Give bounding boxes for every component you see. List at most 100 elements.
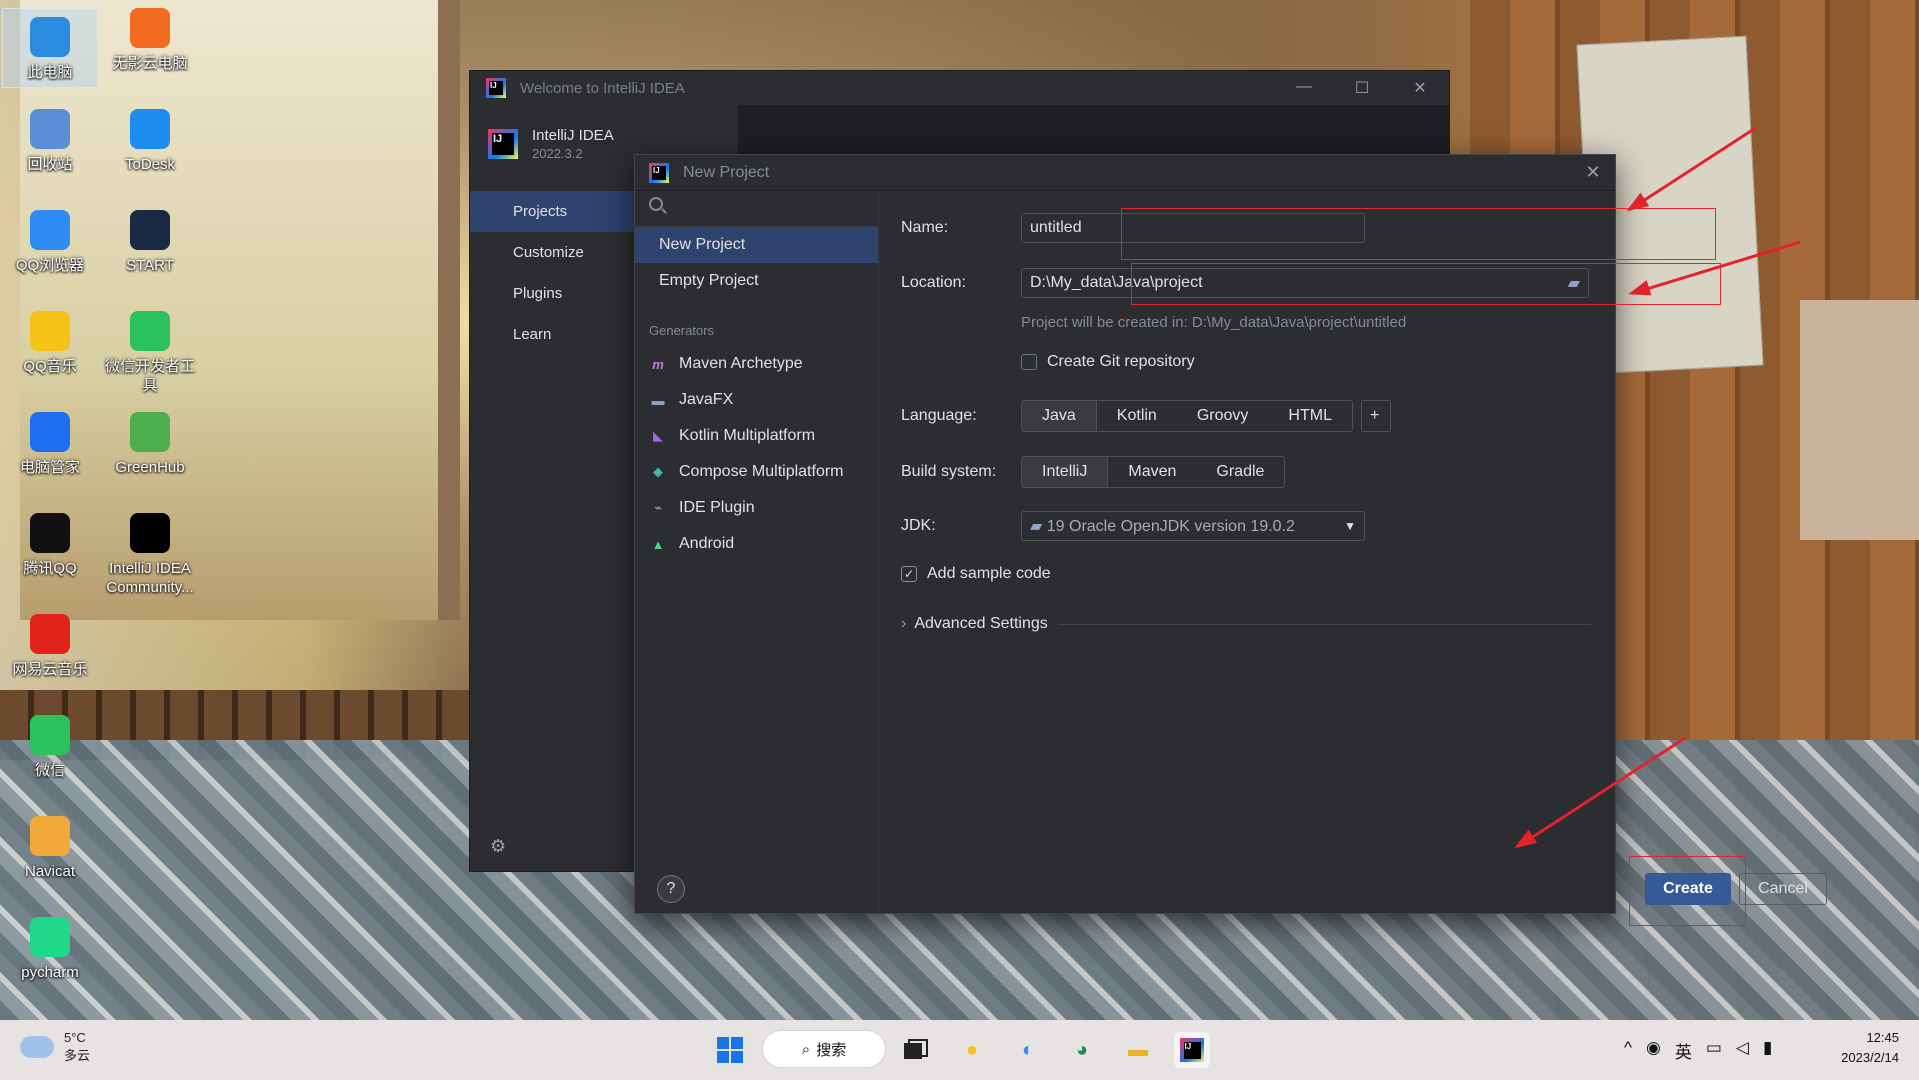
create-button[interactable]: Create [1645, 873, 1731, 905]
generator-label: Kotlin Multiplatform [679, 427, 816, 444]
desktop-icon-label: 网易云音乐 [12, 661, 88, 678]
language-option[interactable]: Kotlin [1097, 401, 1177, 431]
monitor-icon [30, 17, 70, 57]
desktop-icon[interactable]: 电脑管家 [2, 412, 98, 477]
location-hint: Project will be created in: D:\My_data\J… [1021, 314, 1407, 331]
help-button[interactable]: ? [657, 875, 685, 903]
taskbar: 5°C 多云 ⌕ 搜索 ● ◐ ◕ ▬ IJ ^ ◉ 英 ▭ ◁ ▮ 12:45… [0, 1020, 1919, 1080]
dialog-titlebar[interactable]: IJ New Project ✕ [635, 155, 1615, 191]
desktop-icon-label: 此电脑 [27, 64, 73, 81]
wechat-icon [30, 715, 70, 755]
intellij-icon: IJ [486, 78, 506, 98]
qq-music-icon[interactable]: ● [954, 1032, 990, 1068]
jdk-label: JDK: [901, 517, 936, 534]
generator-item[interactable]: ⌁ IDE Plugin [635, 490, 878, 526]
desktop-icon[interactable]: START [102, 210, 198, 275]
desktop-icon[interactable]: QQ音乐 [2, 311, 98, 376]
search-label: 搜索 [816, 1041, 847, 1059]
item-new-project[interactable]: New Project [635, 227, 878, 263]
build-system-selector: IntelliJ Maven Gradle [1021, 456, 1286, 488]
search-icon [649, 197, 663, 211]
start-app-icon [130, 210, 170, 250]
todesk-icon [130, 109, 170, 149]
intellij-logo-icon: IJ [488, 129, 518, 159]
generator-item[interactable]: ◆ Compose Multiplatform [635, 454, 878, 490]
desktop-icon[interactable]: Navicat [2, 816, 98, 881]
desktop-icon[interactable]: 网易云音乐 [2, 614, 98, 679]
desktop-icon-label: IntelliJ IDEA Community... [106, 560, 194, 596]
task-view-icon[interactable] [898, 1032, 934, 1068]
item-empty-project[interactable]: Empty Project [635, 263, 878, 299]
welcome-title: Welcome to IntelliJ IDEA [520, 79, 685, 97]
cancel-button[interactable]: Cancel [1739, 873, 1827, 905]
project-form: Name: untitled Location: D:\My_data\Java… [879, 191, 1827, 926]
generator-item[interactable]: ◣ Kotlin Multiplatform [635, 418, 878, 454]
desktop-icon[interactable]: QQ浏览器 [2, 210, 98, 275]
cloud-pc-icon [130, 8, 170, 48]
ime-indicator[interactable]: 英 [1675, 1038, 1692, 1063]
generator-item[interactable]: ▲ Android [635, 526, 878, 562]
battery-icon[interactable]: ▮ [1763, 1038, 1772, 1063]
windows-start-icon[interactable] [712, 1032, 748, 1068]
desktop-icon[interactable]: pycharm [2, 917, 98, 982]
welcome-titlebar[interactable]: IJ Welcome to IntelliJ IDEA — ☐ ✕ [470, 71, 1449, 105]
chevron-down-icon: ▼ [1344, 519, 1356, 533]
volume-icon[interactable]: ◁ [1736, 1038, 1749, 1063]
file-explorer-icon[interactable]: ▬ [1120, 1032, 1156, 1068]
build-system-option[interactable]: Gradle [1196, 457, 1284, 487]
desktop-icon[interactable]: 此电脑 [2, 8, 98, 88]
desktop-icon[interactable]: 微信开发者工具 [102, 311, 198, 395]
git-label: Create Git repository [1047, 353, 1195, 370]
edge-icon[interactable]: ◕ [1064, 1032, 1100, 1068]
generator-label: Android [679, 535, 735, 552]
language-option[interactable]: HTML [1268, 401, 1352, 431]
gear-icon[interactable]: ⚙ [490, 836, 506, 857]
language-option[interactable]: Java [1022, 401, 1097, 431]
desktop-icon-label: START [126, 257, 174, 274]
desktop-icon-label: QQ音乐 [23, 358, 77, 375]
maximize-icon[interactable]: ☐ [1333, 78, 1391, 98]
chevron-up-icon[interactable]: ^ [1624, 1038, 1632, 1063]
generator-label: JavaFX [679, 391, 734, 408]
desktop-icon[interactable]: IntelliJ IDEA Community... [102, 513, 198, 597]
build-system-option[interactable]: Maven [1108, 457, 1196, 487]
date: 2023/2/14 [1841, 1050, 1899, 1065]
generator-item[interactable]: ▬ JavaFX [635, 382, 878, 418]
desktop-icon[interactable]: 腾讯QQ [2, 513, 98, 578]
clock[interactable]: 12:45 2023/2/14 [1841, 1028, 1899, 1068]
sample-code-checkbox[interactable]: ✓ [901, 566, 917, 582]
generator-item[interactable]: m Maven Archetype [635, 346, 878, 382]
language-option[interactable]: Groovy [1177, 401, 1269, 431]
new-project-dialog: IJ New Project ✕ New Project Empty Proje… [634, 154, 1827, 926]
system-tray: ^ ◉ 英 ▭ ◁ ▮ [1624, 1038, 1772, 1063]
highlight-name [1121, 208, 1716, 260]
desktop-icon[interactable]: 微信 [2, 715, 98, 780]
git-checkbox[interactable] [1021, 354, 1037, 370]
intellij-taskbar-icon[interactable]: IJ [1174, 1032, 1210, 1068]
qq-tray-icon[interactable]: ◉ [1646, 1038, 1661, 1063]
minimize-icon[interactable]: — [1275, 78, 1333, 98]
add-language-button[interactable]: + [1360, 400, 1391, 432]
desktop-icon-label: QQ浏览器 [15, 257, 85, 274]
close-icon[interactable]: ✕ [1391, 78, 1449, 98]
weather-widget[interactable]: 5°C 多云 [16, 1028, 91, 1064]
qq-browser-icon[interactable]: ◐ [1010, 1032, 1046, 1068]
name-label: Name: [901, 219, 949, 236]
desktop-icon[interactable]: GreenHub [102, 412, 198, 477]
build-system-option[interactable]: IntelliJ [1022, 457, 1109, 487]
divider [1057, 623, 1591, 625]
nav-projects[interactable]: Projects [470, 191, 634, 232]
desktop-icon[interactable]: 回收站 [2, 109, 98, 174]
taskbar-search[interactable]: ⌕ 搜索 [762, 1030, 886, 1068]
desktop-icon[interactable]: 无影云电脑 [102, 8, 198, 73]
network-icon[interactable]: ▭ [1706, 1038, 1722, 1063]
location-label: Location: [901, 274, 966, 291]
close-icon[interactable]: ✕ [1571, 162, 1615, 183]
desktop-icon[interactable]: ToDesk [102, 109, 198, 174]
advanced-settings[interactable]: › Advanced Settings [901, 615, 1591, 633]
search-field[interactable] [635, 191, 878, 227]
pc-manager-icon [30, 412, 70, 452]
language-selector: Java Kotlin Groovy HTML [1021, 400, 1353, 432]
weather-text: 多云 [64, 1048, 91, 1063]
jdk-dropdown[interactable]: ▰ 19 Oracle OpenJDK version 19.0.2 ▼ [1021, 511, 1365, 541]
